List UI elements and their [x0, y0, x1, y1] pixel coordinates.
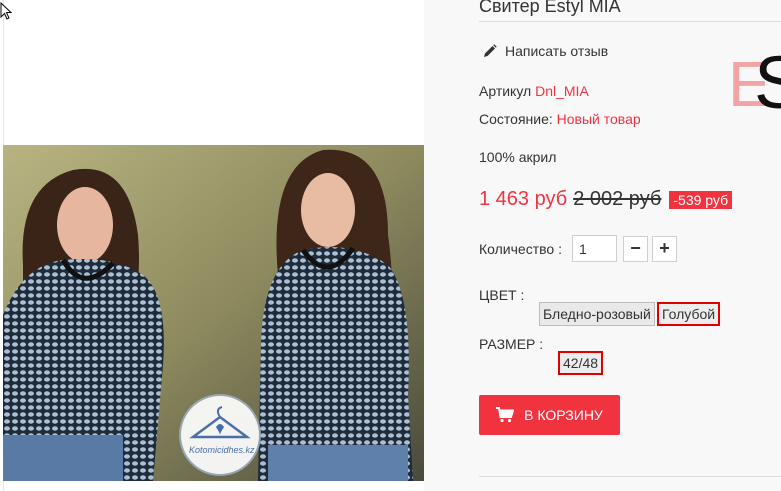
- add-to-cart-label: В КОРЗИНУ: [524, 407, 603, 423]
- product-photo[interactable]: Kotomicidhes.kz: [3, 145, 424, 481]
- quantity-increase-button[interactable]: +: [651, 235, 677, 262]
- quantity-input[interactable]: [571, 235, 617, 262]
- title-divider: [479, 21, 781, 22]
- cart-icon: [496, 407, 515, 423]
- price-row: 1 463 руб 2 002 руб -539 руб: [479, 188, 733, 211]
- brand-logo: E S: [728, 46, 781, 116]
- pencil-icon: [484, 44, 497, 57]
- price-current: 1 463 руб: [479, 188, 568, 210]
- bottom-divider: [479, 476, 781, 477]
- condition-row: Состояние: Новый товар: [479, 111, 641, 127]
- mouse-cursor-icon: [0, 2, 12, 20]
- add-to-cart-button[interactable]: В КОРЗИНУ: [479, 395, 620, 435]
- product-title: Свитер Estyl MIA: [479, 0, 621, 16]
- brand-logo-letter-s: S: [754, 46, 781, 116]
- article-row: Артикул Dnl_MIA: [479, 83, 589, 99]
- composition-text: 100% акрил: [479, 149, 557, 165]
- watermark-logo: [179, 394, 261, 476]
- watermark-text: Kotomicidhes.kz: [189, 445, 255, 455]
- condition-label: Состояние:: [479, 111, 553, 127]
- color-option-light-blue[interactable]: Голубой: [657, 302, 721, 326]
- size-option-42-48[interactable]: 42/48: [558, 351, 604, 375]
- write-review-link[interactable]: Написать отзыв: [483, 43, 608, 59]
- size-label: РАЗМЕР :: [479, 336, 544, 352]
- article-value: Dnl_MIA: [535, 83, 589, 99]
- discount-badge: -539 руб: [669, 190, 733, 209]
- color-label: ЦВЕТ :: [479, 287, 525, 303]
- color-option-pale-pink[interactable]: Бледно-розовый: [539, 302, 655, 326]
- price-old: 2 002 руб: [573, 188, 662, 210]
- product-image-column: Kotomicidhes.kz: [0, 0, 424, 491]
- quantity-row: Количество : − +: [479, 235, 677, 262]
- quantity-decrease-button[interactable]: −: [622, 235, 648, 262]
- write-review-label: Написать отзыв: [505, 43, 609, 59]
- article-label: Артикул: [479, 83, 532, 99]
- condition-value: Новый товар: [556, 111, 641, 127]
- quantity-label: Количество :: [479, 240, 562, 257]
